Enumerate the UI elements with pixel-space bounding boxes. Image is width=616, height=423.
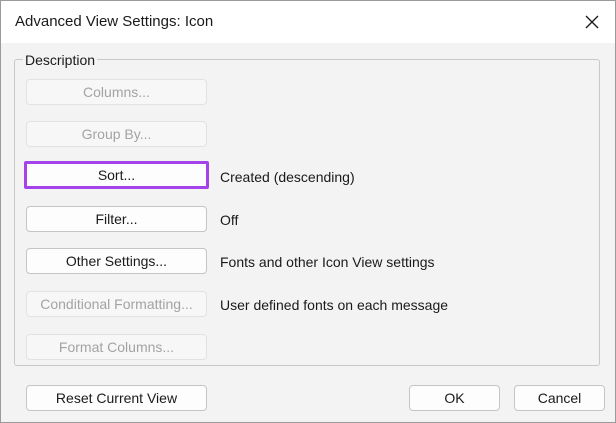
sort-button[interactable]: Sort... (24, 161, 209, 189)
conditional-formatting-button[interactable]: Conditional Formatting... (26, 291, 207, 317)
filter-button[interactable]: Filter... (26, 206, 207, 232)
title-bar: Advanced View Settings: Icon (1, 1, 615, 43)
group-by-button[interactable]: Group By... (26, 121, 207, 147)
close-button[interactable] (583, 13, 601, 31)
filter-value: Off (220, 212, 239, 228)
columns-button[interactable]: Columns... (26, 79, 207, 105)
other-settings-button[interactable]: Other Settings... (26, 248, 207, 274)
conditional-formatting-value: User defined fonts on each message (220, 297, 449, 313)
cancel-button[interactable]: Cancel (514, 385, 605, 411)
dialog-title: Advanced View Settings: Icon (15, 13, 214, 30)
description-label: Description (23, 52, 98, 68)
advanced-view-settings-dialog: Advanced View Settings: Icon Description… (0, 0, 616, 423)
other-settings-value: Fonts and other Icon View settings (220, 254, 435, 270)
sort-value: Created (descending) (220, 169, 355, 185)
close-icon (585, 15, 599, 29)
ok-button[interactable]: OK (409, 385, 500, 411)
reset-current-view-button[interactable]: Reset Current View (26, 385, 207, 411)
format-columns-button[interactable]: Format Columns... (26, 334, 207, 360)
